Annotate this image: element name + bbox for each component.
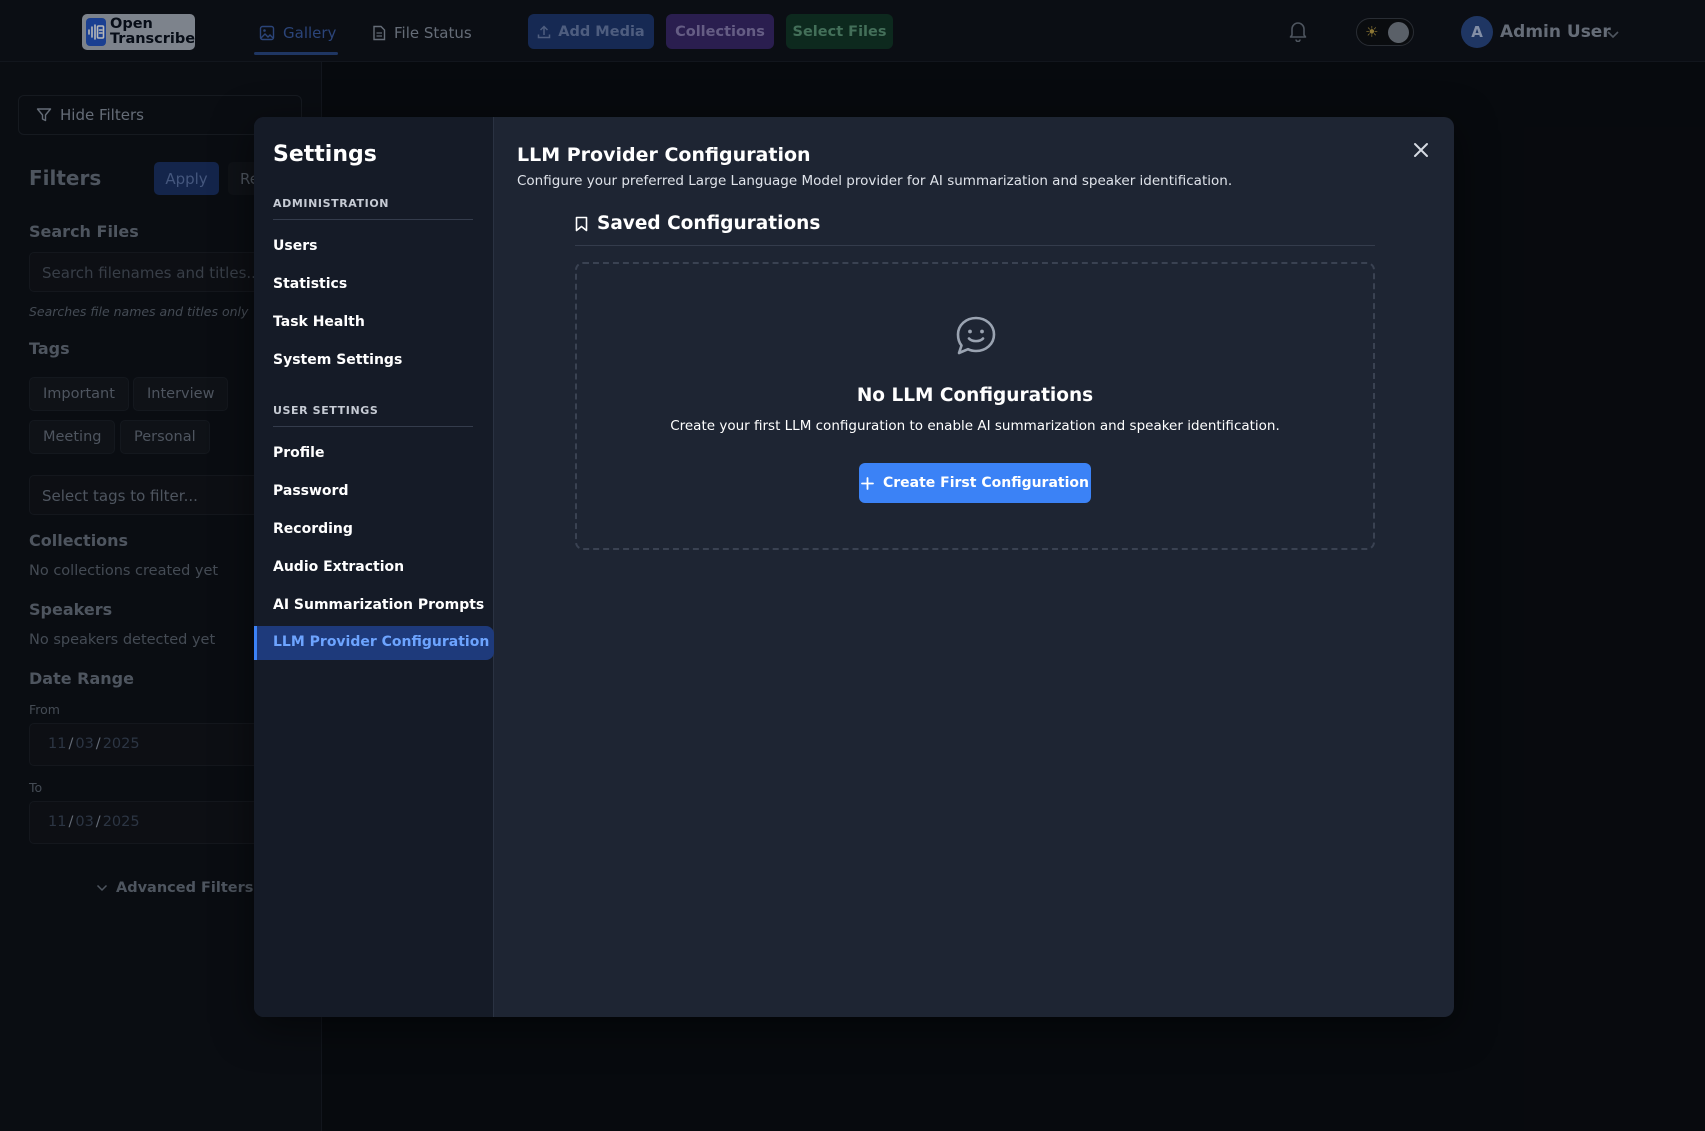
nav-item-profile[interactable]: Profile	[254, 437, 494, 471]
page-subtitle: Configure your preferred Large Language …	[517, 173, 1233, 189]
nav-item-statistics[interactable]: Statistics	[254, 268, 494, 302]
nav-item-llm-provider-configuration[interactable]: LLM Provider Configuration	[254, 626, 494, 660]
nav-item-task-health[interactable]: Task Health	[254, 306, 494, 340]
plus-icon	[861, 476, 874, 490]
empty-state-text: Create your first LLM configuration to e…	[670, 418, 1280, 434]
settings-nav: Settings ADMINISTRATION Users Statistics…	[254, 117, 494, 1017]
create-first-configuration-label: Create First Configuration	[882, 475, 1089, 491]
section-administration: ADMINISTRATION	[273, 197, 390, 210]
settings-title: Settings	[273, 142, 377, 167]
empty-state-title: No LLM Configurations	[856, 385, 1094, 406]
section-divider	[273, 219, 473, 220]
saved-configurations-heading: Saved Configurations	[575, 213, 820, 234]
saved-divider	[575, 245, 1375, 246]
create-first-configuration-button[interactable]: Create First Configuration	[859, 463, 1091, 503]
settings-modal: Settings ADMINISTRATION Users Statistics…	[254, 117, 1454, 1017]
nav-item-ai-summarization-prompts[interactable]: AI Summarization Prompts	[254, 589, 494, 623]
nav-item-system-settings[interactable]: System Settings	[254, 344, 494, 378]
bookmark-icon	[575, 216, 588, 231]
close-icon	[1414, 143, 1428, 157]
page-title: LLM Provider Configuration	[517, 144, 811, 166]
section-user-settings: USER SETTINGS	[273, 404, 379, 417]
close-button[interactable]	[1408, 137, 1434, 163]
nav-item-password[interactable]: Password	[254, 475, 494, 509]
saved-configurations-label: Saved Configurations	[597, 213, 821, 234]
section-divider	[273, 426, 473, 427]
chat-smile-icon	[955, 316, 997, 360]
nav-item-audio-extraction[interactable]: Audio Extraction	[254, 551, 494, 585]
empty-state: No LLM Configurations Create your first …	[575, 262, 1375, 550]
nav-item-users[interactable]: Users	[254, 230, 494, 264]
nav-item-recording[interactable]: Recording	[254, 513, 494, 547]
